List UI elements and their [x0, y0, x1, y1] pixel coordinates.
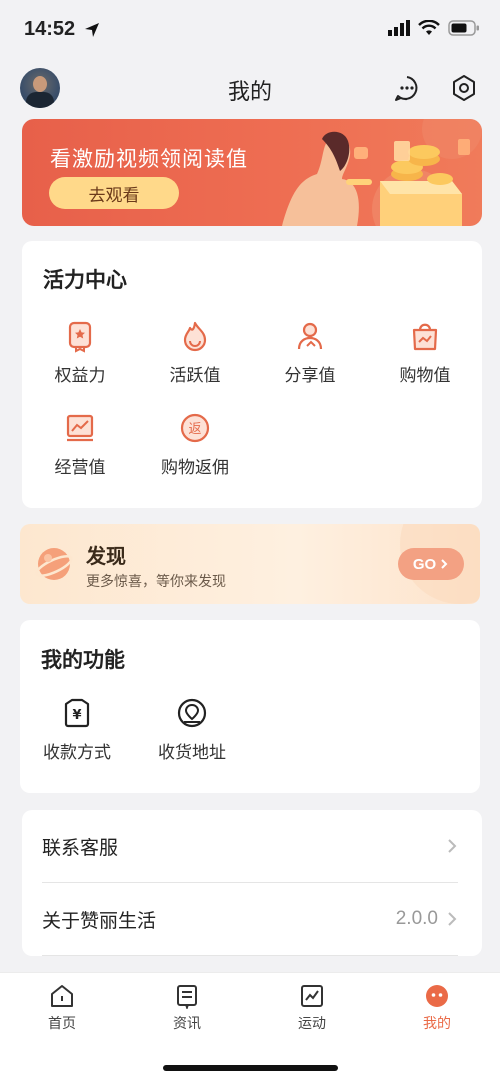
settings-gear-icon[interactable]	[448, 72, 480, 104]
grid-item-label: 购物值	[399, 366, 451, 386]
function-item-label: 收款方式	[43, 743, 111, 763]
activity-center-card: 活力中心 权益力 活跃值 分享值 购物值 经营值 返 购物返佣	[22, 241, 482, 508]
chart-board-icon	[66, 414, 94, 442]
list-item-right: 2.0.0	[396, 908, 458, 930]
grid-item-business[interactable]: 经营值	[35, 411, 125, 478]
shopping-bag-icon	[412, 323, 438, 351]
list-item-label: 关于赞丽生活	[42, 909, 157, 932]
function-item-label: 收货地址	[158, 743, 226, 763]
news-icon	[177, 985, 197, 1009]
location-arrow-icon	[85, 23, 99, 37]
header: 我的	[0, 60, 500, 118]
svg-text:返: 返	[188, 422, 201, 437]
tab-label: 首页	[48, 1016, 76, 1032]
my-functions-card: 我的功能 ¥ 收款方式 收货地址	[20, 620, 480, 793]
person-share-icon	[297, 322, 323, 350]
tab-profile[interactable]: 我的	[397, 983, 477, 1033]
tab-sport[interactable]: 运动	[272, 983, 352, 1033]
version-value: 2.0.0	[395, 908, 438, 929]
grid-item-share[interactable]: 分享值	[265, 319, 355, 386]
battery-icon	[448, 20, 479, 36]
message-icon[interactable]	[391, 72, 423, 104]
status-bar: 14:52	[0, 0, 500, 60]
list-divider	[42, 955, 458, 956]
my-functions-title: 我的功能	[41, 648, 125, 672]
grid-item-label: 购物返佣	[161, 458, 229, 478]
wifi-icon	[418, 20, 440, 35]
banner-text: 看激励视频领阅读值	[50, 147, 248, 171]
go-label: GO	[412, 555, 437, 573]
chevron-right-icon	[448, 839, 457, 853]
list-item-about[interactable]: 关于赞丽生活 2.0.0	[42, 883, 458, 955]
function-item-payment[interactable]: ¥ 收款方式	[32, 696, 122, 763]
badge-icon	[68, 321, 92, 353]
discover-banner[interactable]: 发现 更多惊喜，等你来发现 GO	[20, 524, 480, 604]
svg-text:¥: ¥	[72, 708, 81, 723]
list-item-right	[446, 837, 458, 855]
yuan-wallet-icon: ¥	[64, 698, 90, 728]
profile-icon	[426, 985, 448, 1007]
grid-item-shopping[interactable]: 购物值	[380, 319, 470, 386]
tab-label: 我的	[423, 1016, 451, 1032]
discover-subtitle: 更多惊喜，等你来发现	[86, 574, 226, 590]
function-item-address[interactable]: 收货地址	[147, 696, 237, 763]
page-title: 我的	[227, 80, 272, 105]
grid-item-label: 分享值	[284, 366, 336, 386]
grid-item-label: 权益力	[54, 366, 106, 386]
rebate-icon: 返	[180, 413, 210, 443]
settings-list-card: 联系客服 关于赞丽生活 2.0.0	[22, 810, 482, 956]
video-reward-banner[interactable]: 看激励视频领阅读值 去观看	[22, 119, 482, 226]
grid-item-label: 经营值	[54, 458, 106, 478]
activity-center-title: 活力中心	[43, 268, 127, 292]
status-indicators	[388, 20, 480, 36]
discover-title: 发现	[86, 544, 126, 568]
chevron-right-icon	[448, 912, 457, 926]
grid-item-rebate[interactable]: 返 购物返佣	[150, 411, 240, 478]
tab-news[interactable]: 资讯	[147, 983, 227, 1033]
home-icon	[51, 985, 73, 1007]
watch-video-button[interactable]: 去观看	[49, 177, 179, 209]
home-indicator[interactable]	[163, 1065, 338, 1071]
chevron-right-icon	[441, 559, 448, 569]
tab-label: 运动	[298, 1016, 326, 1032]
list-item-label: 联系客服	[42, 836, 119, 859]
grid-item-label: 活跃值	[169, 366, 221, 386]
location-pin-icon	[177, 698, 207, 728]
list-item-customer-service[interactable]: 联系客服	[42, 810, 458, 882]
cellular-signal-icon	[388, 20, 410, 36]
tab-label: 资讯	[173, 1016, 201, 1032]
sport-chart-icon	[301, 985, 323, 1007]
grid-item-benefit[interactable]: 权益力	[35, 319, 125, 386]
status-time: 14:52	[24, 18, 76, 40]
grid-item-activity[interactable]: 活跃值	[150, 319, 240, 386]
banner-illustration	[282, 119, 482, 226]
flame-icon	[183, 321, 207, 352]
planet-icon	[35, 548, 73, 580]
tab-home[interactable]: 首页	[22, 983, 102, 1033]
go-button[interactable]: GO	[398, 548, 464, 580]
